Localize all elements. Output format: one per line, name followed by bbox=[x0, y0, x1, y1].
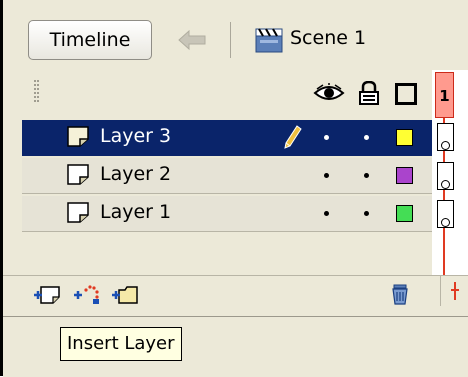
keyframe-cell[interactable] bbox=[437, 162, 454, 190]
visibility-dot[interactable] bbox=[324, 173, 329, 178]
layer-color-swatch[interactable] bbox=[396, 129, 413, 146]
keyframe-dot bbox=[441, 180, 450, 189]
show-hide-eye-icon[interactable] bbox=[313, 83, 345, 103]
layer-color-swatch[interactable] bbox=[396, 205, 413, 222]
pencil-edit-icon bbox=[284, 125, 302, 149]
scene-clapper-icon bbox=[255, 28, 283, 53]
outline-square-icon[interactable] bbox=[395, 83, 417, 105]
layer-color-swatch[interactable] bbox=[396, 167, 413, 184]
toolbar-separator bbox=[230, 22, 231, 58]
panel-grip-icon[interactable] bbox=[34, 80, 40, 106]
playhead-frame-marker[interactable]: 1 bbox=[435, 72, 454, 118]
lock-icon[interactable] bbox=[358, 81, 380, 105]
empty-layer-area bbox=[22, 233, 432, 275]
lock-dot[interactable] bbox=[364, 211, 369, 216]
playhead-marker-icon bbox=[451, 282, 459, 300]
keyframe-dot bbox=[441, 218, 450, 227]
frame-scroll-area[interactable] bbox=[440, 276, 468, 306]
layer-row-layer-1[interactable]: Layer 1 bbox=[22, 196, 432, 232]
trash-icon[interactable] bbox=[386, 283, 414, 305]
keyframe-dot bbox=[441, 141, 450, 150]
visibility-dot[interactable] bbox=[324, 211, 329, 216]
back-arrow-icon[interactable] bbox=[173, 25, 213, 55]
keyframe-cell[interactable] bbox=[437, 200, 454, 228]
layer-name: Layer 2 bbox=[100, 163, 172, 185]
layer-name: Layer 1 bbox=[100, 201, 172, 223]
lock-dot[interactable] bbox=[364, 173, 369, 178]
layer-page-icon bbox=[67, 126, 89, 147]
layer-row-layer-2[interactable]: Layer 2 bbox=[22, 158, 432, 194]
layer-row-layer-3[interactable]: Layer 3 bbox=[22, 120, 432, 156]
add-motion-guide-icon[interactable] bbox=[73, 283, 101, 305]
insert-layer-tooltip: Insert Layer bbox=[60, 327, 182, 361]
layer-page-icon bbox=[67, 202, 89, 223]
keyframe-cell[interactable] bbox=[437, 123, 454, 151]
scene-label[interactable]: Scene 1 bbox=[290, 27, 366, 49]
insert-folder-icon[interactable] bbox=[111, 283, 139, 305]
lock-dot[interactable] bbox=[364, 135, 369, 140]
insert-layer-icon[interactable] bbox=[33, 283, 61, 305]
layer-name: Layer 3 bbox=[100, 125, 172, 147]
layer-page-icon bbox=[67, 164, 89, 185]
timeline-button[interactable]: Timeline bbox=[28, 20, 152, 60]
visibility-dot[interactable] bbox=[324, 135, 329, 140]
